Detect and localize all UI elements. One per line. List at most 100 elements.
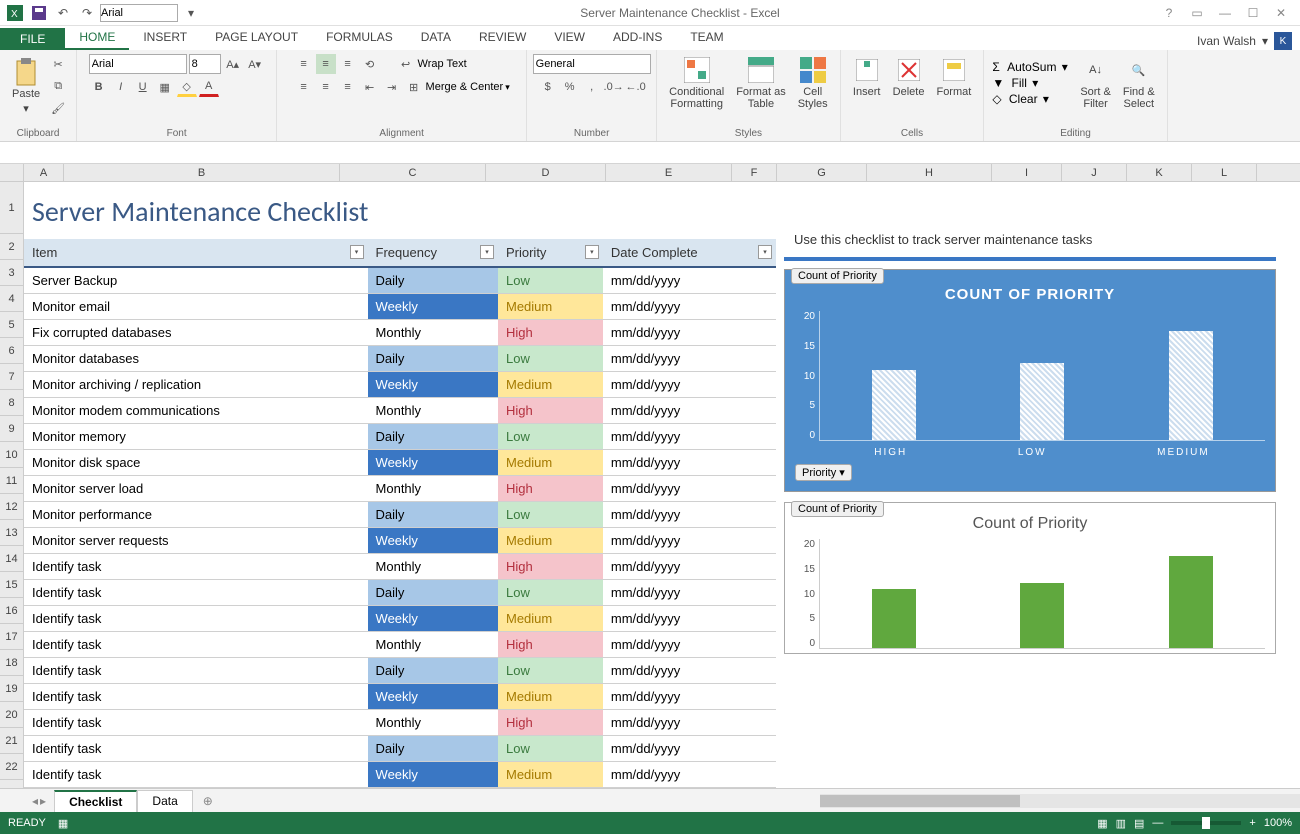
close-icon[interactable]: ✕ — [1270, 6, 1292, 20]
undo-icon[interactable]: ↶ — [52, 2, 74, 24]
italic-icon[interactable]: I — [111, 77, 131, 97]
delete-cells-button[interactable]: Delete — [889, 54, 929, 100]
align-left-icon[interactable]: ≡ — [294, 77, 314, 97]
sheet-tab-checklist[interactable]: Checklist — [54, 790, 137, 812]
filter-icon[interactable]: ▾ — [585, 245, 599, 259]
filter-icon[interactable]: ▾ — [350, 245, 364, 259]
table-row[interactable]: Identify taskMonthlyHighmm/dd/yyyy — [24, 553, 776, 579]
table-row[interactable]: Monitor performanceDailyLowmm/dd/yyyy — [24, 501, 776, 527]
qat-font-select[interactable] — [100, 4, 178, 22]
fill-button[interactable]: ▼ Fill ▾ — [992, 76, 1072, 90]
row-headers[interactable]: 12345678910111213141516171819202122 — [0, 164, 24, 788]
align-bottom-icon[interactable]: ≡ — [338, 54, 358, 74]
view-break-icon[interactable]: ▤ — [1134, 817, 1144, 830]
table-row[interactable]: Identify taskDailyLowmm/dd/yyyy — [24, 657, 776, 683]
table-row[interactable]: Monitor databasesDailyLowmm/dd/yyyy — [24, 345, 776, 371]
percent-icon[interactable]: % — [560, 77, 580, 97]
horizontal-scrollbar[interactable] — [820, 794, 1300, 808]
zoom-in-icon[interactable]: + — [1249, 817, 1255, 829]
help-icon[interactable]: ? — [1158, 6, 1180, 20]
zoom-slider[interactable] — [1171, 821, 1241, 825]
wrap-text-label[interactable]: Wrap Text — [418, 58, 467, 70]
decrease-decimal-icon[interactable]: ←.0 — [626, 77, 646, 97]
minimize-icon[interactable]: — — [1214, 6, 1236, 20]
view-normal-icon[interactable]: ▦ — [1097, 817, 1107, 830]
increase-decimal-icon[interactable]: .0→ — [604, 77, 624, 97]
increase-font-icon[interactable]: A▴ — [223, 54, 243, 74]
sheet-next-icon[interactable]: ▸ — [40, 794, 46, 808]
table-header[interactable]: Frequency▾ — [368, 239, 498, 267]
maximize-icon[interactable]: ☐ — [1242, 6, 1264, 20]
macro-icon[interactable]: ▦ — [58, 817, 68, 830]
user-badge[interactable]: K — [1274, 32, 1292, 50]
chart1-tag[interactable]: Count of Priority — [791, 268, 884, 284]
tab-page-layout[interactable]: PAGE LAYOUT — [201, 26, 312, 50]
decrease-font-icon[interactable]: A▾ — [245, 54, 265, 74]
indent-inc-icon[interactable]: ⇥ — [382, 77, 402, 97]
user-name[interactable]: Ivan Walsh — [1197, 34, 1256, 48]
tab-team[interactable]: TEAM — [676, 26, 737, 50]
qat-dropdown-icon[interactable]: ▾ — [180, 2, 202, 24]
chart-priority-2[interactable]: Count of Priority Count of Priority 2015… — [784, 502, 1276, 654]
chart1-priority-dropdown[interactable]: Priority ▾ — [795, 464, 852, 481]
table-row[interactable]: Identify taskWeeklyMediummm/dd/yyyy — [24, 761, 776, 787]
copy-icon[interactable]: ⧉ — [48, 76, 68, 96]
find-select-button[interactable]: 🔍Find & Select — [1119, 54, 1159, 112]
align-center-icon[interactable]: ≡ — [316, 77, 336, 97]
sheet-tab-data[interactable]: Data — [137, 790, 192, 812]
table-row[interactable]: Identify taskWeeklyMediummm/dd/yyyy — [24, 683, 776, 709]
table-row[interactable]: Identify taskDailyLowmm/dd/yyyy — [24, 579, 776, 605]
table-row[interactable]: Monitor archiving / replicationWeeklyMed… — [24, 371, 776, 397]
format-as-table-button[interactable]: Format as Table — [732, 54, 790, 112]
table-row[interactable]: Monitor disk spaceWeeklyMediummm/dd/yyyy — [24, 449, 776, 475]
table-row[interactable]: Identify taskDailyLowmm/dd/yyyy — [24, 735, 776, 761]
view-layout-icon[interactable]: ▥ — [1116, 817, 1126, 830]
table-row[interactable]: Identify taskMonthlyHighmm/dd/yyyy — [24, 631, 776, 657]
chart2-tag[interactable]: Count of Priority — [791, 501, 884, 517]
font-color-icon[interactable]: A — [199, 77, 219, 97]
tab-view[interactable]: VIEW — [540, 26, 599, 50]
wrap-text-icon[interactable]: ↩ — [396, 54, 416, 74]
sort-filter-button[interactable]: A↓Sort & Filter — [1076, 54, 1115, 112]
table-row[interactable]: Fix corrupted databasesMonthlyHighmm/dd/… — [24, 319, 776, 345]
table-row[interactable]: Server BackupDailyLowmm/dd/yyyy — [24, 267, 776, 293]
table-row[interactable]: Monitor memoryDailyLowmm/dd/yyyy — [24, 423, 776, 449]
table-row[interactable]: Monitor server loadMonthlyHighmm/dd/yyyy — [24, 475, 776, 501]
clear-button[interactable]: ◇ Clear ▾ — [992, 92, 1072, 106]
file-tab[interactable]: FILE — [0, 28, 65, 50]
cut-icon[interactable]: ✂ — [48, 54, 68, 74]
font-size-select[interactable] — [189, 54, 221, 74]
table-row[interactable]: Identify taskWeeklyMediummm/dd/yyyy — [24, 605, 776, 631]
tab-insert[interactable]: INSERT — [129, 26, 201, 50]
paste-button[interactable]: Paste▾ — [8, 56, 44, 117]
conditional-formatting-button[interactable]: Conditional Formatting — [665, 54, 728, 112]
chart-priority-1[interactable]: Count of Priority COUNT OF PRIORITY 2015… — [784, 269, 1276, 492]
add-sheet-icon[interactable]: ⊕ — [193, 794, 223, 808]
table-header[interactable]: Date Complete▾ — [603, 239, 776, 267]
comma-icon[interactable]: , — [582, 77, 602, 97]
ribbon-options-icon[interactable]: ▭ — [1186, 6, 1208, 20]
tab-formulas[interactable]: FORMULAS — [312, 26, 407, 50]
zoom-level[interactable]: 100% — [1264, 817, 1292, 829]
filter-icon[interactable]: ▾ — [480, 245, 494, 259]
font-family-select[interactable] — [89, 54, 187, 74]
autosum-button[interactable]: Σ AutoSum ▾ — [992, 60, 1072, 74]
tab-home[interactable]: HOME — [65, 26, 129, 50]
redo-icon[interactable]: ↷ — [76, 2, 98, 24]
cell-styles-button[interactable]: Cell Styles — [794, 54, 832, 112]
table-row[interactable]: Monitor server requestsWeeklyMediummm/dd… — [24, 527, 776, 553]
number-format-select[interactable] — [533, 54, 651, 74]
sheet-prev-icon[interactable]: ◂ — [32, 794, 38, 808]
tab-data[interactable]: DATA — [407, 26, 465, 50]
tab-review[interactable]: REVIEW — [465, 26, 540, 50]
insert-cells-button[interactable]: Insert — [849, 54, 885, 100]
align-top-icon[interactable]: ≡ — [294, 54, 314, 74]
save-icon[interactable] — [28, 2, 50, 24]
indent-dec-icon[interactable]: ⇤ — [360, 77, 380, 97]
format-painter-icon[interactable]: 🖌 — [48, 98, 68, 118]
table-header[interactable]: Priority▾ — [498, 239, 603, 267]
table-row[interactable]: Monitor emailWeeklyMediummm/dd/yyyy — [24, 293, 776, 319]
tab-add-ins[interactable]: ADD-INS — [599, 26, 676, 50]
bold-icon[interactable]: B — [89, 77, 109, 97]
currency-icon[interactable]: $ — [538, 77, 558, 97]
